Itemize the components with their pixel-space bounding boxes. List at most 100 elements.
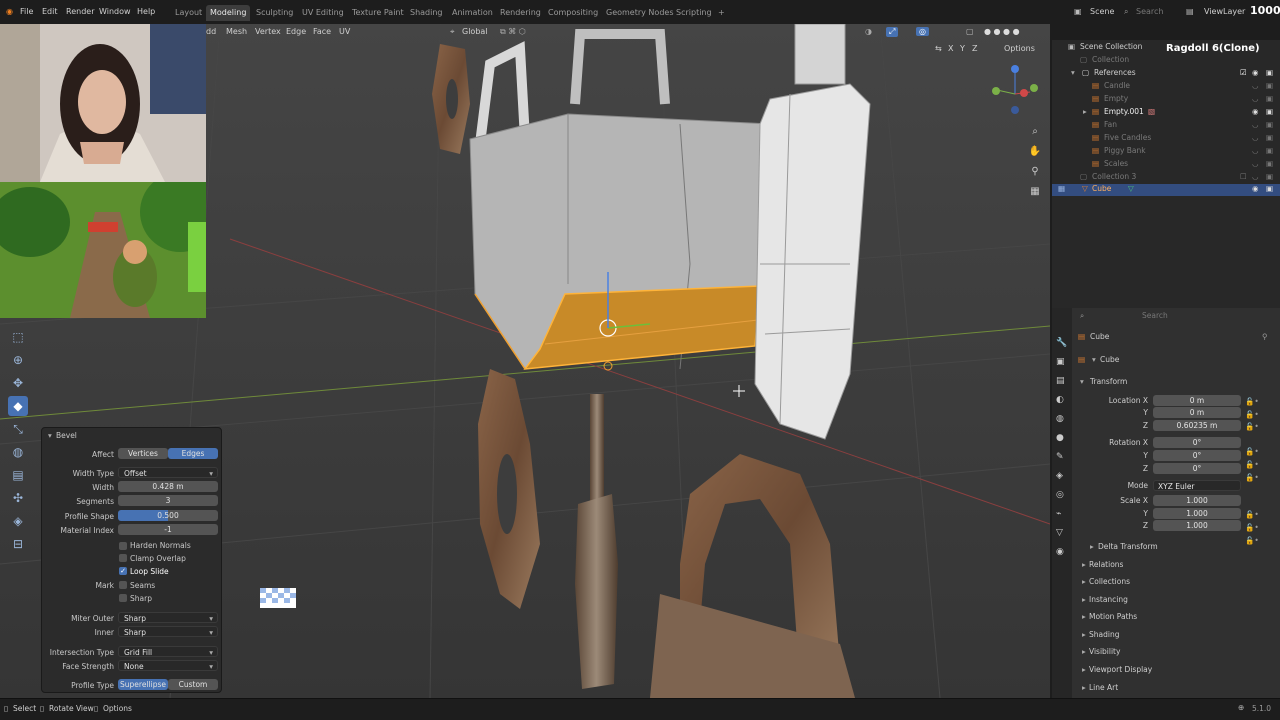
- xray-icon[interactable]: ▢: [966, 27, 974, 36]
- eye-closed-icon[interactable]: ◡: [1252, 120, 1259, 129]
- outliner-panel[interactable]: ▣ Scene Collection ▢ Collection ▾ ▢ Referenc…: [1052, 40, 1280, 308]
- scene-name[interactable]: Scene: [1090, 7, 1114, 16]
- outliner-row[interactable]: ▤ Piggy Bank ◡ ▣: [1052, 146, 1280, 159]
- scale-x-field[interactable]: 1.000: [1153, 495, 1241, 506]
- tab-rendering[interactable]: Rendering: [496, 5, 545, 21]
- rotation-mode-select[interactable]: XYZ Euler: [1153, 480, 1241, 491]
- menu-edit[interactable]: Edit: [42, 7, 58, 16]
- move-tool-icon[interactable]: ✥: [8, 373, 28, 393]
- menu-face[interactable]: Face: [313, 27, 331, 36]
- lock-icons[interactable]: 🔓• 🔓• 🔓• 🔓• 🔓• 🔓• 🔓• 🔓• 🔓•: [1245, 396, 1259, 547]
- expand-arrow-icon[interactable]: ▸: [1082, 647, 1086, 656]
- axis-x-toggle[interactable]: X: [948, 44, 953, 53]
- camera-icon[interactable]: ▣: [1266, 81, 1273, 90]
- panel-visibility[interactable]: Visibility: [1089, 647, 1120, 656]
- tab-modeling[interactable]: Modeling: [206, 5, 251, 21]
- orientation-dropdown[interactable]: Global: [462, 27, 488, 36]
- expand-arrow-icon[interactable]: ▸: [1082, 577, 1086, 586]
- checkbox-icon[interactable]: ☐: [1240, 172, 1247, 181]
- sharp-checkbox[interactable]: [119, 594, 127, 602]
- menu-uv[interactable]: UV: [339, 27, 350, 36]
- tab-animation[interactable]: Animation: [448, 5, 497, 21]
- segments-field[interactable]: 3: [118, 495, 218, 506]
- measure-tool-icon[interactable]: ✣: [8, 488, 28, 508]
- select-box-tool-icon[interactable]: ⬚: [8, 327, 28, 347]
- outliner-row[interactable]: ▤ Fan ◡ ▣: [1052, 120, 1280, 133]
- outliner-row-selected[interactable]: ▦ ▽ Cube ▽ ◉ ▣: [1052, 184, 1280, 196]
- expand-arrow-icon[interactable]: ▸: [1082, 612, 1086, 621]
- outliner-row[interactable]: ▤ Candle ◡ ▣: [1052, 81, 1280, 94]
- camera-icon[interactable]: ▣: [1266, 159, 1273, 168]
- expand-arrow-icon[interactable]: ▸: [1082, 630, 1086, 639]
- annotate-tool-icon[interactable]: ▤: [8, 465, 28, 485]
- panel-instancing[interactable]: Instancing: [1089, 595, 1128, 604]
- tab-shading[interactable]: Shading: [406, 5, 447, 21]
- location-y-field[interactable]: 0 m: [1153, 407, 1241, 418]
- options-dropdown[interactable]: Options: [1004, 44, 1035, 53]
- scale-z-field[interactable]: 1.000: [1153, 520, 1241, 531]
- width-field[interactable]: 0.428 m: [118, 481, 218, 492]
- delta-transform-header[interactable]: Delta Transform: [1098, 542, 1158, 551]
- tab-texture-paint[interactable]: Texture Paint: [348, 5, 408, 21]
- camera-icon[interactable]: ▣: [1266, 172, 1273, 181]
- scale-y-field[interactable]: 1.000: [1153, 508, 1241, 519]
- camera-icon[interactable]: ▣: [1266, 133, 1273, 142]
- tab-uv-editing[interactable]: UV Editing: [298, 5, 348, 21]
- camera-icon[interactable]: ▣: [1266, 68, 1273, 77]
- collapse-arrow-icon[interactable]: ▾: [1080, 377, 1084, 386]
- outliner-row[interactable]: ▾ ▢ References ☑ ◉ ▣: [1052, 68, 1280, 81]
- overlay-toggle-icon[interactable]: ◎: [916, 27, 929, 36]
- pin-icon[interactable]: ⚲: [1262, 332, 1268, 341]
- properties-data-name[interactable]: Cube: [1100, 355, 1119, 364]
- harden-normals-checkbox[interactable]: [119, 542, 127, 550]
- menu-help[interactable]: Help: [137, 7, 155, 16]
- clamp-overlap-checkbox[interactable]: [119, 554, 127, 562]
- shading-solid-icon[interactable]: ● ● ● ●: [984, 27, 1020, 36]
- intersection-type-select[interactable]: Grid Fill: [118, 646, 218, 658]
- gizmo-toggle-icon[interactable]: ⤢: [886, 27, 899, 37]
- eye-closed-icon[interactable]: ◡: [1252, 133, 1259, 142]
- location-z-field[interactable]: 0.60235 m: [1153, 420, 1241, 431]
- expand-arrow-icon[interactable]: ▸: [1090, 542, 1094, 551]
- affect-edges-button[interactable]: Edges: [168, 448, 218, 459]
- tab-layout[interactable]: Layout: [171, 5, 206, 21]
- outliner-row[interactable]: ▢ Collection: [1052, 55, 1280, 68]
- menu-mesh[interactable]: Mesh: [226, 27, 247, 36]
- camera-icon[interactable]: ▣: [1266, 107, 1273, 116]
- seams-checkbox[interactable]: [119, 581, 127, 589]
- camera-icon[interactable]: ▣: [1266, 146, 1273, 155]
- menu-file[interactable]: File: [20, 7, 33, 16]
- panel-shading[interactable]: Shading: [1089, 630, 1119, 639]
- snap-icon[interactable]: ⧉ ⌘ ⬡: [500, 27, 526, 37]
- camera-icon[interactable]: ▣: [1266, 120, 1273, 129]
- add-workspace-button[interactable]: +: [714, 5, 729, 21]
- menu-vertex[interactable]: Vertex: [255, 27, 281, 36]
- outliner-row[interactable]: ▤ Five Candles ◡ ▣: [1052, 133, 1280, 146]
- outliner-row[interactable]: ▤ Scales ◡ ▣: [1052, 159, 1280, 172]
- scale-tool-icon[interactable]: ⤡: [8, 419, 28, 439]
- panel-line-art[interactable]: Line Art: [1089, 683, 1118, 692]
- view-layer-name[interactable]: ViewLayer: [1204, 7, 1245, 16]
- properties-object-name[interactable]: Cube: [1090, 332, 1109, 341]
- extrude-tool-icon[interactable]: ◈: [8, 511, 28, 531]
- profile-shape-slider[interactable]: 0.500: [118, 510, 218, 521]
- camera-icon[interactable]: ▣: [1266, 94, 1273, 103]
- face-strength-select[interactable]: None: [118, 660, 218, 672]
- menu-render[interactable]: Render: [66, 7, 94, 16]
- pan-hand-icon[interactable]: ✋: [1028, 142, 1042, 162]
- panel-relations[interactable]: Relations: [1089, 560, 1123, 569]
- loop-slide-checkbox[interactable]: ✓: [119, 567, 127, 575]
- eye-closed-icon[interactable]: ◡: [1252, 159, 1259, 168]
- miter-outer-select[interactable]: Sharp: [118, 612, 218, 624]
- eye-closed-icon[interactable]: ◡: [1252, 94, 1259, 103]
- tab-geometry-nodes[interactable]: Geometry Nodes: [602, 5, 677, 21]
- tab-sculpting[interactable]: Sculpting: [252, 5, 297, 21]
- checkbox-icon[interactable]: ☑: [1240, 68, 1247, 77]
- eye-icon[interactable]: ◉: [1252, 184, 1259, 193]
- axis-z-toggle[interactable]: Z: [972, 44, 977, 53]
- profile-superellipse-button[interactable]: Superellipse: [118, 679, 168, 690]
- eye-closed-icon[interactable]: ◡: [1252, 146, 1259, 155]
- menu-window[interactable]: Window: [99, 7, 131, 16]
- mirror-icon[interactable]: ⇆: [935, 44, 942, 53]
- panel-collections[interactable]: Collections: [1089, 577, 1130, 586]
